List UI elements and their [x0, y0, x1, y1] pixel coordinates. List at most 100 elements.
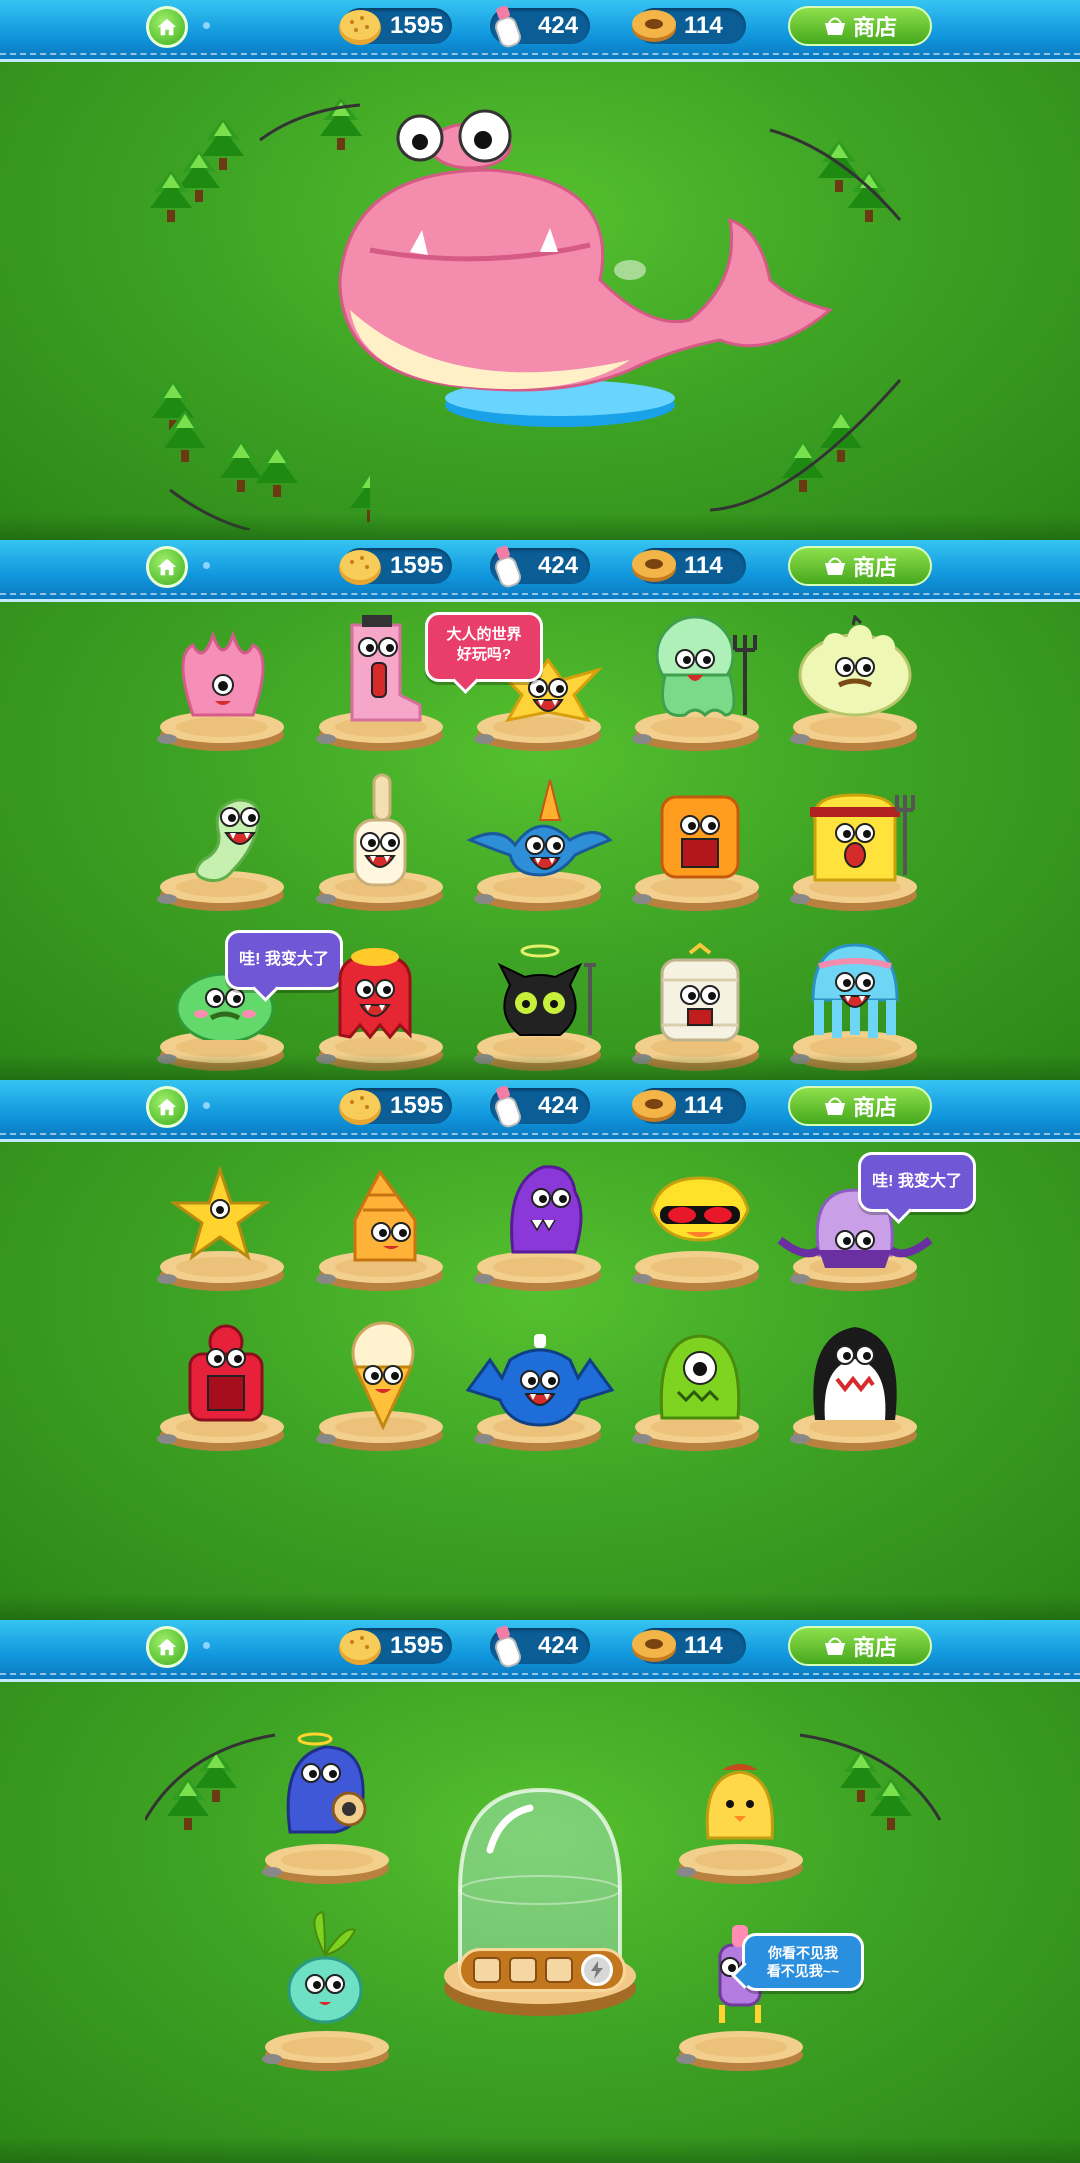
red-octopus-monster[interactable]: [320, 945, 430, 1045]
donut-icon: [632, 550, 676, 582]
green-worm-monster[interactable]: [178, 785, 278, 885]
home-button[interactable]: [146, 1626, 188, 1668]
shop-label: 商店: [852, 1095, 897, 1120]
home-button[interactable]: [146, 6, 188, 48]
blue-angel-devil-monster[interactable]: [270, 1730, 380, 1845]
cookie-counter: 1595: [339, 1628, 452, 1665]
top-bar: 1595 424 114 商店: [0, 1080, 1080, 1142]
ice-cream-cone-monster[interactable]: [338, 1320, 428, 1430]
cookie-icon: [339, 550, 381, 585]
milk-counter: 424: [490, 1085, 590, 1128]
cookie-icon: [339, 1090, 381, 1125]
egg-slots-panel: [458, 1948, 626, 1992]
screen-whale: 1595 424 114 商店: [0, 0, 1080, 540]
pink-whale-monster[interactable]: [330, 100, 850, 450]
donut-counter: 114: [632, 1628, 746, 1664]
pink-boot-monster[interactable]: [330, 610, 430, 725]
cookie-count: 1595: [390, 12, 444, 39]
home-button[interactable]: [146, 546, 188, 588]
green-cyclops-monster[interactable]: [650, 1330, 750, 1425]
speech-bubble-invisible: 你看不见我 看不见我~~: [742, 1933, 864, 1991]
green-trident-monster[interactable]: [645, 610, 765, 725]
cookie-counter: 1595: [339, 1088, 452, 1125]
lightning-icon: [591, 1961, 603, 1979]
shop-label: 商店: [852, 15, 897, 40]
home-icon: [157, 18, 177, 36]
shop-label: 商店: [852, 1635, 897, 1660]
sprout-monster[interactable]: [280, 1910, 370, 2030]
black-devil-cat-monster[interactable]: [475, 940, 605, 1045]
milk-counter: 424: [490, 5, 590, 48]
page-dot: [203, 22, 210, 29]
penguin-monster[interactable]: [800, 1320, 910, 1430]
donut-icon: [632, 1630, 676, 1662]
cookie-count: 1595: [390, 552, 444, 579]
pedestal: [262, 2031, 389, 2071]
basket-icon: [824, 557, 845, 575]
donut-counter: 114: [632, 548, 746, 584]
egg-slot[interactable]: [545, 1957, 573, 1983]
donut-counter: 114: [632, 8, 746, 44]
donut-counter: 114: [632, 1088, 746, 1124]
orange-box-monster[interactable]: [650, 785, 750, 885]
top-bar: 1595 424 114 商店: [0, 0, 1080, 62]
speedup-button[interactable]: [581, 1954, 613, 1986]
donut-icon: [632, 1090, 676, 1122]
cookie-icon: [339, 1630, 381, 1665]
shop-button[interactable]: 商店: [788, 6, 932, 46]
screen-incubator: 1595 424 114 商店 你看不见我 看不见我~~: [0, 1620, 1080, 2163]
milk-bottle-icon: [495, 5, 521, 48]
basket-icon: [824, 1637, 845, 1655]
egg-slot[interactable]: [509, 1957, 537, 1983]
purple-fang-monster[interactable]: [495, 1160, 590, 1265]
shop-label: 商店: [852, 555, 897, 580]
shop-button[interactable]: 商店: [788, 546, 932, 586]
screen-collection-1: 1595 424 114 商店 大人的世界 好玩吗? 哇! 我变大了: [0, 540, 1080, 1080]
orange-shell-monster[interactable]: [335, 1170, 435, 1265]
home-icon: [157, 558, 177, 576]
egg-slot[interactable]: [473, 1957, 501, 1983]
cookie-count: 1595: [390, 1632, 444, 1659]
donut-count: 114: [684, 12, 723, 39]
pedestal: [676, 2031, 803, 2071]
cookie-count: 1595: [390, 1092, 444, 1119]
home-button[interactable]: [146, 1086, 188, 1128]
donut-count: 114: [684, 552, 723, 579]
speech-bubble-grew-up-2: 哇! 我变大了: [858, 1152, 976, 1212]
blue-narwhal-monster[interactable]: [465, 775, 615, 885]
milk-count: 424: [538, 1092, 579, 1119]
home-icon: [157, 1638, 177, 1656]
milk-bottle-icon: [495, 1625, 521, 1668]
milk-bottle-icon: [495, 545, 521, 588]
milk-counter: 424: [490, 545, 590, 588]
donut-icon: [632, 10, 676, 42]
yellow-chick-monster[interactable]: [690, 1755, 790, 1845]
sunglasses-shell-monster[interactable]: [640, 1175, 760, 1265]
blue-bat-monster[interactable]: [465, 1330, 615, 1430]
top-bar: 1595 424 114 商店: [0, 540, 1080, 602]
donut-count: 114: [684, 1632, 723, 1659]
red-jelly-monster[interactable]: [178, 1320, 273, 1425]
bottle-monster[interactable]: [335, 770, 425, 890]
milk-count: 424: [538, 12, 579, 39]
cookie-counter: 1595: [339, 8, 452, 45]
basket-icon: [824, 1097, 845, 1115]
milk-counter: 424: [490, 1625, 590, 1668]
shop-button[interactable]: 商店: [788, 1626, 932, 1666]
speech-bubble-adult-world: 大人的世界 好玩吗?: [425, 612, 543, 682]
milk-bottle-icon: [495, 1085, 521, 1128]
pink-coral-monster[interactable]: [168, 625, 278, 725]
milk-count: 424: [538, 1632, 579, 1659]
screen-collection-2: 1595 424 114 商店 哇! 我变大了: [0, 1080, 1080, 1620]
tree-decor-right: [799, 1733, 942, 1830]
pirate-chick-monster[interactable]: [780, 780, 930, 890]
shop-button[interactable]: 商店: [788, 1086, 932, 1126]
mummy-monster[interactable]: [640, 940, 760, 1045]
cookie-icon: [339, 10, 381, 45]
yellow-starfish-monster[interactable]: [170, 1165, 270, 1265]
top-bar: 1595 424 114 商店: [0, 1620, 1080, 1682]
blue-jellyfish-monster[interactable]: [795, 935, 915, 1045]
page-dot: [203, 562, 210, 569]
fluffy-sheep-monster[interactable]: [790, 615, 920, 725]
milk-count: 424: [538, 552, 579, 579]
